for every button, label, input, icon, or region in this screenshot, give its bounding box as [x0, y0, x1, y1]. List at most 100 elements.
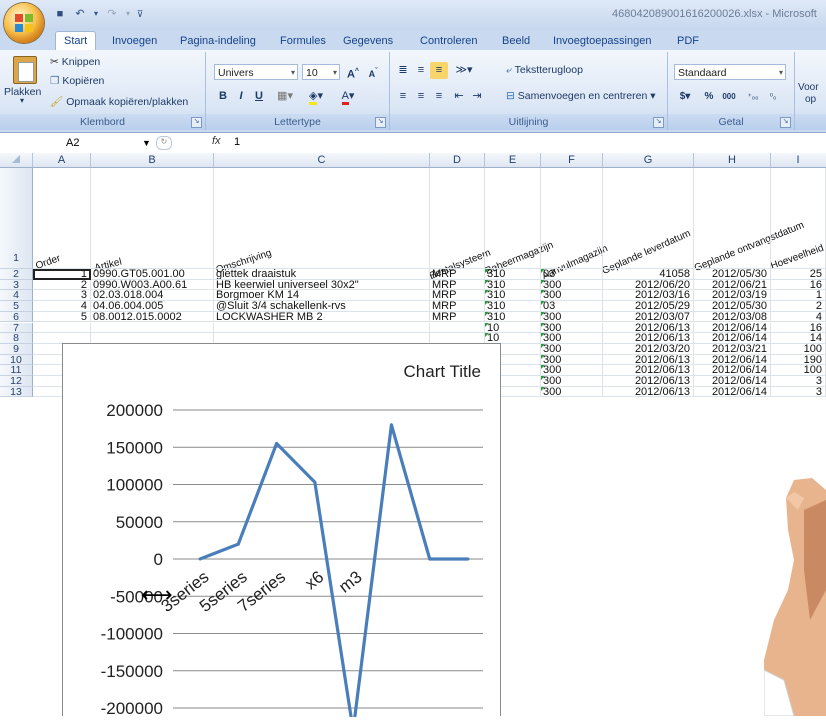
- cell-a7[interactable]: [33, 322, 91, 334]
- cell-empty[interactable]: [771, 290, 826, 302]
- tab-start[interactable]: Start: [55, 31, 97, 50]
- cell-g9[interactable]: 2012/03/20: [603, 343, 694, 355]
- embedded-chart[interactable]: 200000 150000 100000 50000 0 -50000 -100000 -15…: [62, 343, 501, 717]
- cell-g7[interactable]: 2012/06/13: [603, 322, 694, 334]
- cell-empty[interactable]: [771, 343, 826, 355]
- cell-empty[interactable]: [771, 301, 826, 312]
- column-header-i[interactable]: I: [771, 153, 826, 168]
- data-point[interactable]: [236, 542, 240, 546]
- column-header-a[interactable]: A: [33, 153, 91, 168]
- percent-button[interactable]: %: [700, 88, 718, 105]
- conditional-format-label-1[interactable]: Voor: [798, 82, 819, 93]
- cell-d6[interactable]: MRP: [430, 311, 485, 323]
- tab-invoegtoepassingen[interactable]: Invoegtoepassingen: [553, 32, 651, 50]
- decrease-indent-icon[interactable]: ⇤: [450, 88, 468, 105]
- cell-f7[interactable]: 300: [541, 322, 603, 334]
- align-center-icon[interactable]: ≡: [412, 88, 430, 105]
- cell-a5[interactable]: 4: [33, 301, 91, 312]
- tab-gegevens[interactable]: Gegevens: [343, 32, 393, 50]
- font-launcher-icon[interactable]: ↘: [375, 117, 386, 128]
- cell-empty[interactable]: [771, 333, 826, 344]
- cell-empty[interactable]: [771, 386, 826, 398]
- row-header-9[interactable]: 9: [0, 344, 33, 355]
- borders-button[interactable]: ▦▾: [272, 88, 298, 105]
- cell-b3[interactable]: 0990.W003.A00.61: [91, 279, 214, 291]
- align-bottom-icon[interactable]: ≡: [430, 62, 448, 79]
- align-left-icon[interactable]: ≡: [394, 88, 412, 105]
- conditional-format-label-2[interactable]: op: [805, 94, 816, 105]
- data-point[interactable]: [466, 557, 470, 561]
- cell-f3[interactable]: 300: [541, 279, 603, 291]
- underline-button[interactable]: U: [250, 88, 268, 105]
- cell-b5[interactable]: 04.06.004.005: [91, 301, 214, 312]
- italic-button[interactable]: I: [232, 88, 250, 105]
- cell-d3[interactable]: MRP: [430, 279, 485, 291]
- cell-b2[interactable]: 0990.GT05.001.00: [91, 269, 214, 280]
- customize-toolbar-icon[interactable]: ⊽: [136, 6, 144, 22]
- name-box[interactable]: A2 ▼: [20, 135, 151, 151]
- cell-c4[interactable]: Borgmoer KM 14: [214, 290, 430, 302]
- increase-indent-icon[interactable]: ⇥: [468, 88, 486, 105]
- cell-h5[interactable]: 2012/05/30: [694, 301, 771, 312]
- cell-d7[interactable]: [430, 322, 485, 334]
- alignment-launcher-icon[interactable]: ↘: [653, 117, 664, 128]
- align-top-icon[interactable]: ≣: [394, 62, 412, 79]
- thousands-button[interactable]: 000: [718, 88, 740, 105]
- number-format-combo[interactable]: Standaard ▾: [674, 64, 786, 80]
- paste-button[interactable]: Plakken ▾: [4, 56, 46, 110]
- cell-h4[interactable]: 2012/03/19: [694, 290, 771, 302]
- cell-e2[interactable]: 310: [485, 269, 541, 280]
- tab-controleren[interactable]: Controleren: [420, 32, 477, 50]
- data-point[interactable]: [313, 480, 317, 484]
- cell-e7[interactable]: 10: [485, 322, 541, 334]
- cell-f9[interactable]: 300: [541, 343, 603, 355]
- cell-h8[interactable]: 2012/06/14: [694, 333, 771, 344]
- formula-bar-expand-icon[interactable]: ↻: [156, 136, 172, 150]
- cell-g13[interactable]: 2012/06/13: [603, 386, 694, 398]
- bold-button[interactable]: B: [214, 88, 232, 105]
- merge-center-button[interactable]: ⊟ Samenvoegen en centreren ▾: [506, 90, 656, 102]
- formula-input[interactable]: 1: [234, 136, 240, 148]
- column-header-d[interactable]: D: [430, 153, 485, 168]
- column-header-partial[interactable]: [819, 153, 826, 168]
- column-header-e[interactable]: E: [485, 153, 541, 168]
- cell-f11[interactable]: 300: [541, 365, 603, 376]
- save-icon[interactable]: ■: [52, 6, 68, 22]
- orientation-button[interactable]: ≫▾: [450, 62, 478, 79]
- tab-pdf[interactable]: PDF: [677, 32, 699, 50]
- data-point[interactable]: [198, 557, 202, 561]
- font-size-combo[interactable]: 10 ▾: [302, 64, 340, 80]
- undo-dropdown-icon[interactable]: ▾: [92, 6, 100, 22]
- grow-font-button[interactable]: A^: [344, 63, 362, 81]
- column-header-h[interactable]: H: [694, 153, 771, 168]
- cell-g10[interactable]: 2012/06/13: [603, 354, 694, 366]
- cell-f5[interactable]: 03: [541, 301, 603, 312]
- cell-g12[interactable]: 2012/06/13: [603, 376, 694, 387]
- shrink-font-button[interactable]: Aˇ: [364, 63, 382, 80]
- cell-f6[interactable]: 300: [541, 311, 603, 323]
- row-header-13[interactable]: 13: [0, 386, 33, 398]
- row-header-1[interactable]: 1: [0, 168, 33, 269]
- cell-a2[interactable]: 1: [33, 269, 91, 280]
- cell-c5[interactable]: @Sluit 3/4 schakellenk-rvs: [214, 301, 430, 312]
- cell-empty[interactable]: [771, 376, 826, 387]
- cell-a6[interactable]: 5: [33, 311, 91, 323]
- align-middle-icon[interactable]: ≡: [412, 62, 430, 79]
- cell-a4[interactable]: 3: [33, 290, 91, 302]
- tab-beeld[interactable]: Beeld: [502, 32, 530, 50]
- copy-button[interactable]: ❐ Kopiëren: [50, 75, 104, 87]
- currency-button[interactable]: $▾: [674, 88, 696, 105]
- cell-e6[interactable]: 310: [485, 311, 541, 323]
- cell-d5[interactable]: MRP: [430, 301, 485, 312]
- cell-h7[interactable]: 2012/06/14: [694, 322, 771, 334]
- format-painter-button[interactable]: 🖌 Opmaak kopiëren/plakken: [50, 95, 188, 108]
- cell-h11[interactable]: 2012/06/14: [694, 365, 771, 376]
- office-button[interactable]: [4, 3, 44, 43]
- cell-g3[interactable]: 2012/06/20: [603, 279, 694, 291]
- cell-empty[interactable]: [771, 311, 826, 323]
- data-point[interactable]: [428, 557, 432, 561]
- cell-e5[interactable]: 310: [485, 301, 541, 312]
- cell-b7[interactable]: [91, 322, 214, 334]
- cut-button[interactable]: ✂ Knippen: [50, 56, 100, 68]
- cell-c3[interactable]: HB keerwiel universeel 30x2": [214, 279, 430, 291]
